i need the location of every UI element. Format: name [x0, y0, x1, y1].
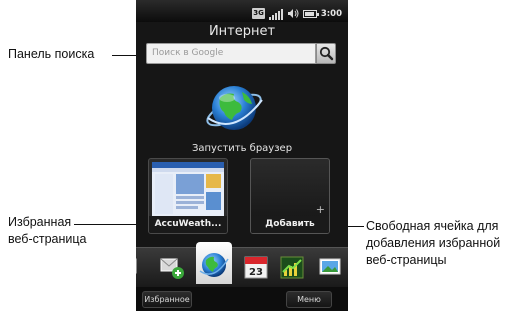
favorites-softkey[interactable]: Избранное [142, 291, 192, 308]
calendar-icon: 23 [244, 256, 268, 279]
photos-icon [319, 258, 341, 275]
callout-free-slot-line1: Свободная ячейка для [366, 219, 499, 233]
add-favorite-tile[interactable]: + Добавить [250, 158, 330, 234]
network-3g-icon: 3G [252, 8, 265, 19]
favorite-thumbnail [152, 162, 224, 216]
search-input[interactable]: Поиск в Google [146, 43, 316, 64]
search-icon [319, 46, 334, 61]
messaging-icon [160, 258, 184, 279]
callout-search-panel: Панель поиска [8, 47, 95, 61]
tab-messaging[interactable] [158, 253, 186, 281]
callout-free-slot-line2: добавления избранной [366, 236, 501, 250]
tab-calendar[interactable]: 23 [242, 253, 270, 281]
favorite-tile-label: AccuWeath... [149, 216, 227, 233]
tab-left-edge[interactable] [136, 253, 140, 281]
clock: 3:00 [320, 8, 342, 19]
browser-globe-icon[interactable] [202, 76, 266, 140]
favorite-tile[interactable]: AccuWeath... [148, 158, 228, 234]
tab-stocks[interactable] [278, 253, 306, 281]
add-favorite-label: Добавить [251, 216, 329, 233]
stocks-icon [280, 256, 304, 279]
callout-free-slot-line3: веб-страницы [366, 253, 447, 267]
internet-globe-icon [199, 253, 229, 277]
search-bar[interactable]: Поиск в Google [146, 43, 336, 64]
menu-softkey[interactable]: Меню [286, 291, 332, 308]
signal-icon [268, 8, 283, 20]
page-title: Интернет [208, 24, 276, 39]
search-button[interactable] [316, 43, 336, 64]
tab-photos[interactable] [316, 253, 344, 281]
tab-internet[interactable] [196, 242, 232, 284]
plus-icon: + [315, 203, 325, 216]
speaker-icon[interactable] [287, 4, 299, 23]
callout-free-slot: Свободная ячейка для добавления избранно… [366, 218, 500, 269]
callout-favorite-page: Избранная веб-страница [8, 214, 87, 248]
calendar-day: 23 [249, 267, 263, 278]
battery-icon [302, 9, 319, 18]
callout-favorite-line1: Избранная [8, 215, 72, 229]
phone-screen: 3G 3:00 Интернет Поиск в Google Запустит… [136, 0, 348, 311]
launch-browser-label[interactable]: Запустить браузер [136, 143, 348, 154]
tab-bar: 23 [136, 242, 348, 287]
status-bar: 3G 3:00 [136, 0, 348, 22]
callout-favorite-line2: веб-страница [8, 232, 87, 246]
softkey-bar: Избранное Меню [136, 287, 348, 311]
